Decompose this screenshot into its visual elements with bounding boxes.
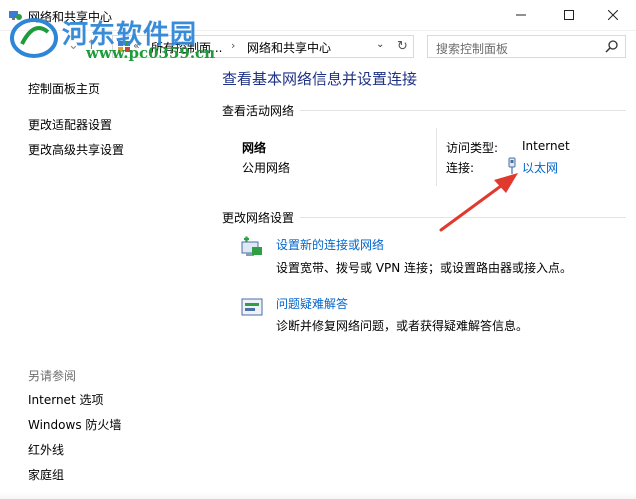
search-box[interactable]: 搜索控制面板 — [427, 35, 626, 58]
sidebar-control-panel-home[interactable]: 控制面板主页 — [28, 80, 100, 97]
see-also-internet-options[interactable]: Internet 选项 — [28, 391, 103, 408]
window-bottom-edge — [0, 492, 636, 499]
change-settings-heading: 更改网络设置 — [222, 209, 301, 226]
search-icon[interactable] — [605, 39, 619, 53]
setup-new-connection-desc: 设置宽带、拨号或 VPN 连接；或设置路由器或接入点。 — [276, 261, 573, 275]
see-also-heading: 另请参阅 — [28, 369, 77, 383]
access-type-label: 访问类型: — [446, 141, 499, 155]
vertical-divider — [436, 128, 437, 186]
refresh-icon: ↻ — [397, 39, 408, 54]
watermark-url: www.pc0359.cn — [86, 44, 216, 62]
minimize-icon — [516, 14, 526, 16]
network-type: 公用网络 — [242, 161, 291, 175]
troubleshoot-icon — [241, 298, 263, 316]
minimize-button[interactable] — [498, 0, 544, 30]
sidebar-change-adapter-settings[interactable]: 更改适配器设置 — [28, 116, 112, 133]
see-also-infrared[interactable]: 红外线 — [28, 441, 64, 458]
page-title: 查看基本网络信息并设置连接 — [222, 70, 418, 88]
close-button[interactable] — [590, 0, 636, 30]
connection-label: 连接: — [446, 161, 475, 175]
active-networks-heading: 查看活动网络 — [222, 102, 301, 119]
breadcrumb-chevron-icon: › — [231, 39, 236, 52]
ethernet-icon — [508, 157, 516, 174]
network-name: 网络 — [242, 141, 267, 155]
troubleshoot-problems-link[interactable]: 问题疑难解答 — [276, 295, 348, 312]
address-dropdown-icon[interactable]: ⌄ — [376, 39, 384, 50]
see-also-windows-firewall[interactable]: Windows 防火墙 — [28, 416, 121, 433]
sidebar-change-sharing-settings[interactable]: 更改高级共享设置 — [28, 141, 124, 158]
new-connection-icon — [241, 236, 262, 256]
watermark-logo — [10, 18, 58, 58]
see-also-homegroup[interactable]: 家庭组 — [28, 466, 64, 483]
access-type-value: Internet — [522, 139, 570, 153]
maximize-icon — [564, 10, 574, 20]
setup-new-connection-link[interactable]: 设置新的连接或网络 — [276, 236, 384, 253]
close-icon — [608, 10, 618, 20]
ethernet-connection-link[interactable]: 以太网 — [522, 159, 558, 176]
maximize-button[interactable] — [546, 0, 592, 30]
troubleshoot-problems-desc: 诊断并修复网络问题，或者获得疑难解答信息。 — [276, 319, 529, 333]
breadcrumb-network-center[interactable]: 网络和共享中心 — [247, 39, 331, 56]
search-input[interactable]: 搜索控制面板 — [436, 40, 508, 57]
refresh-button[interactable]: ↻ — [392, 35, 414, 58]
